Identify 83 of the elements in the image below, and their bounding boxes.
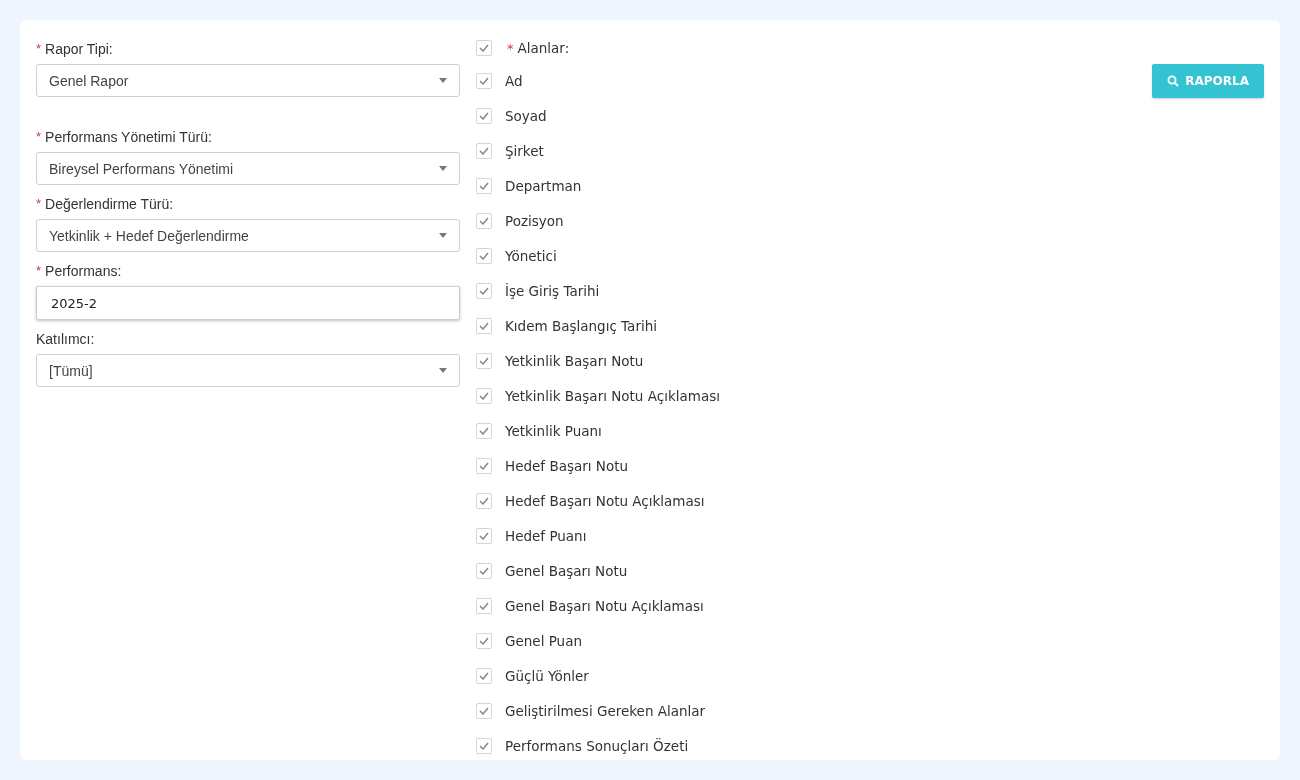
checkbox[interactable] [476, 492, 492, 509]
checkbox-label: Departman [505, 177, 582, 194]
checkbox[interactable] [476, 247, 492, 264]
checkbox-label: Hedef Başarı Notu Açıklaması [505, 492, 705, 509]
required-marker: * [36, 129, 42, 145]
checkbox-label: Pozisyon [505, 212, 564, 229]
checkbox[interactable] [476, 142, 492, 159]
required-marker: * [507, 40, 514, 56]
checkbox-label: Yönetici [505, 247, 557, 264]
checkbox-label: Performans Sonuçları Özeti [505, 737, 689, 754]
check-icon [479, 391, 489, 400]
check-icon [479, 181, 489, 190]
checkbox-label: Kıdem Başlangıç Tarihi [505, 317, 657, 334]
caret-icon [439, 78, 447, 83]
checkbox[interactable] [476, 177, 492, 194]
field-label: Performans Yönetimi Türü: [45, 129, 212, 145]
check-icon [479, 321, 489, 330]
dropdown[interactable]: Bireysel Performans Yönetimi [36, 152, 460, 185]
checkbox-label: Hedef Puanı [505, 527, 587, 544]
checkbox[interactable] [476, 352, 492, 369]
check-icon [479, 111, 489, 120]
input-field[interactable]: 2025-2 [36, 286, 460, 320]
checkbox[interactable] [476, 597, 492, 614]
check-icon [479, 251, 489, 260]
checkbox[interactable] [476, 457, 492, 474]
check-icon [479, 566, 489, 575]
check-icon [479, 636, 489, 645]
check-icon [479, 426, 489, 435]
checkbox-label: Yetkinlik Puanı [505, 422, 602, 439]
check-icon [479, 146, 489, 155]
required-marker: * [36, 196, 42, 212]
caret-icon [439, 368, 447, 373]
checkbox-label: Ad [505, 72, 523, 89]
check-icon [479, 601, 489, 610]
checkbox[interactable] [476, 107, 492, 124]
field-label: Performans: [45, 263, 122, 279]
search-icon [1167, 75, 1180, 87]
checkbox[interactable] [476, 527, 492, 544]
checkbox[interactable] [476, 632, 492, 649]
checkbox[interactable] [476, 422, 492, 439]
select-all-checkbox[interactable] [476, 40, 492, 56]
checkbox-label: Yetkinlik Başarı Notu Açıklaması [505, 387, 720, 404]
check-icon [479, 496, 489, 505]
checkbox-label: Güçlü Yönler [505, 667, 589, 684]
check-icon [479, 531, 489, 540]
checkbox-label: Genel Başarı Notu Açıklaması [505, 597, 704, 614]
check-icon [479, 671, 489, 680]
check-icon [479, 706, 489, 715]
checkbox-label: Şirket [505, 142, 544, 159]
checkbox-label: Hedef Başarı Notu [505, 457, 629, 474]
field-label: Katılımcı: [36, 331, 95, 347]
checkbox-label: Yetkinlik Başarı Notu [505, 352, 644, 369]
checkbox[interactable] [476, 72, 492, 89]
checkbox[interactable] [476, 562, 492, 579]
checkbox-label: Geliştirilmesi Gereken Alanlar [505, 702, 706, 719]
check-icon [479, 76, 489, 85]
dropdown[interactable]: [Tümü] [36, 354, 460, 387]
dropdown[interactable]: Yetkinlik + Hedef Değerlendirme [36, 219, 460, 252]
caret-icon [439, 233, 447, 238]
dropdown[interactable]: Genel Rapor [36, 64, 460, 97]
checkbox-label: Genel Başarı Notu [505, 562, 628, 579]
field-label: Değerlendirme Türü: [45, 196, 174, 212]
checkbox-label: Genel Puan [505, 632, 582, 649]
checkbox[interactable] [476, 282, 492, 299]
checkbox[interactable] [476, 212, 492, 229]
checkbox-label: İşe Giriş Tarihi [505, 282, 600, 299]
checkbox[interactable] [476, 387, 492, 404]
caret-icon [439, 166, 447, 171]
section-label: Alanlar: [517, 40, 570, 56]
checkbox[interactable] [476, 317, 492, 334]
checkbox[interactable] [476, 737, 492, 754]
check-icon [479, 356, 489, 365]
field-label: Rapor Tipi: [45, 41, 113, 57]
required-marker: * [36, 263, 42, 279]
check-icon [479, 286, 489, 295]
check-icon [479, 216, 489, 225]
check-icon [479, 741, 489, 750]
checkbox-label: Soyad [505, 107, 547, 124]
checkbox[interactable] [476, 667, 492, 684]
check-icon [479, 461, 489, 470]
checkbox[interactable] [476, 702, 492, 719]
required-marker: * [36, 41, 42, 57]
check-icon [479, 44, 489, 52]
